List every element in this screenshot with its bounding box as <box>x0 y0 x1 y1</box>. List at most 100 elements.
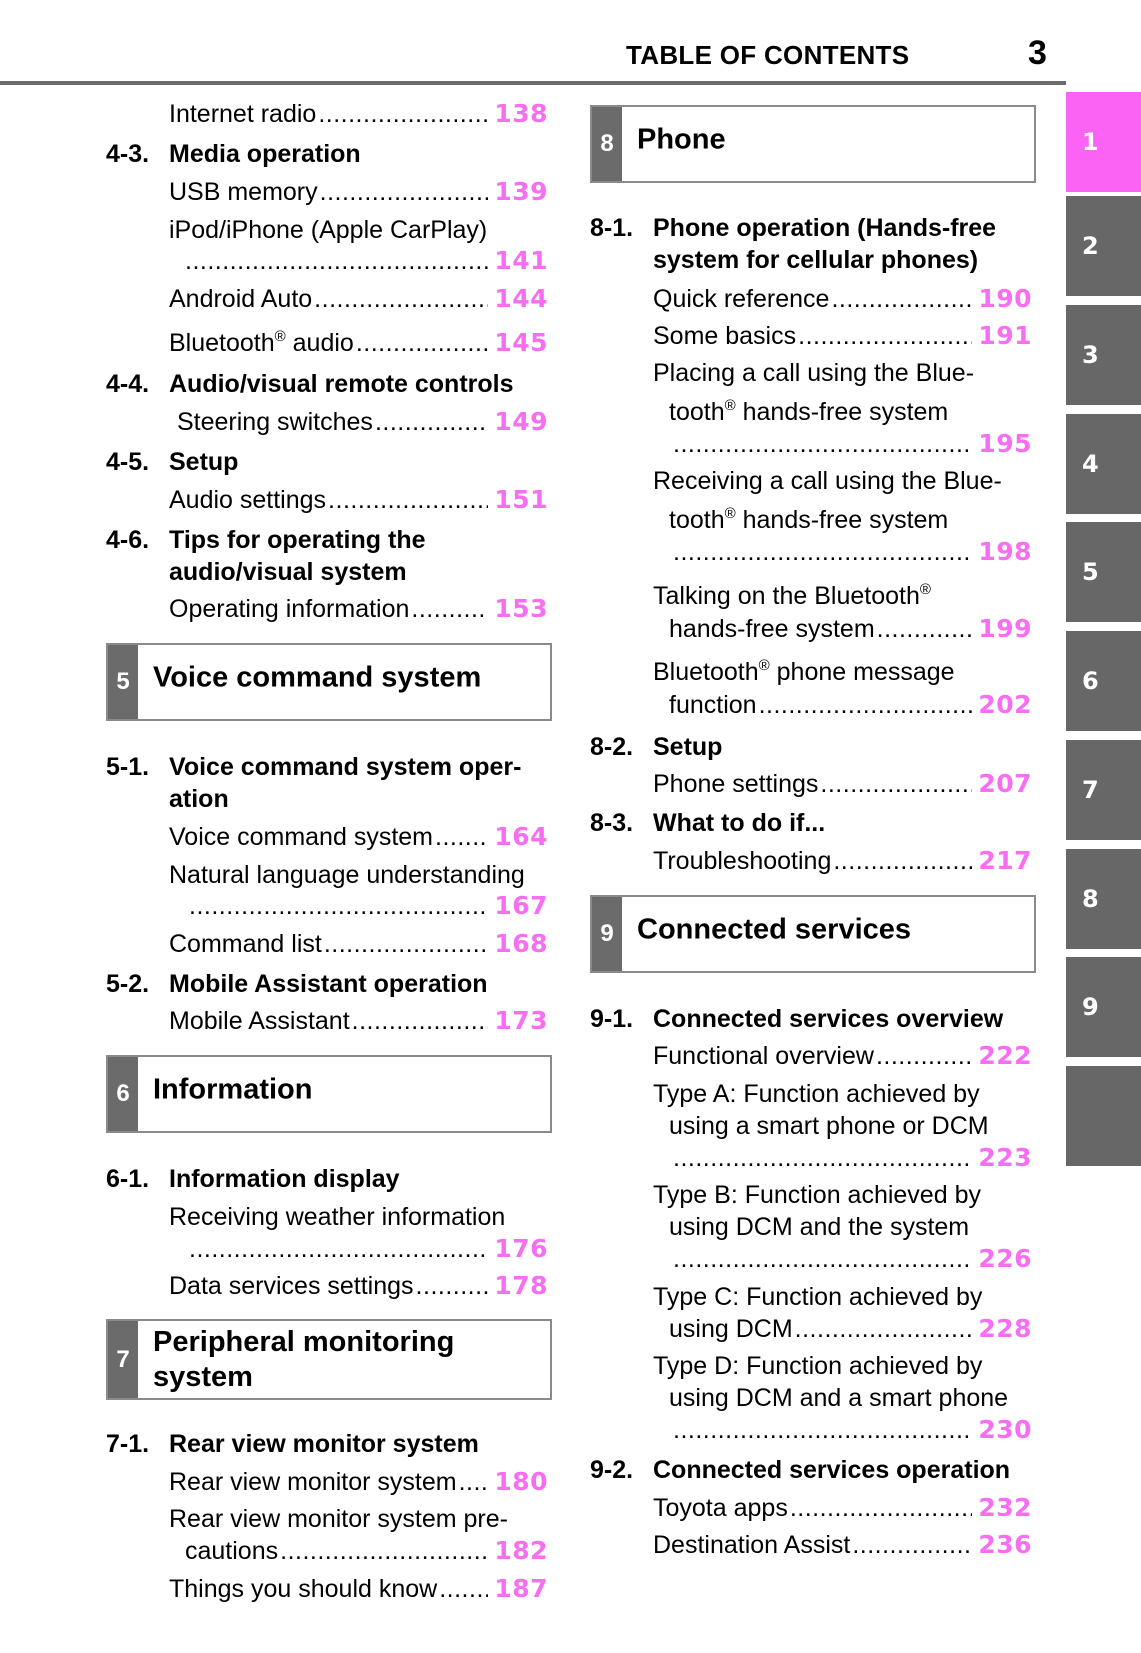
chapter-tab-6[interactable]: 6 <box>1066 631 1141 731</box>
chapter-tab-index[interactable] <box>1066 1066 1141 1166</box>
entry-page-link[interactable]: 223 <box>978 1143 1032 1173</box>
toc-entry-text-line: using DCM and the system <box>669 1213 970 1241</box>
registered-mark: ® <box>919 581 931 598</box>
subsection-number: 6-1. <box>106 1165 150 1193</box>
entry-page-link[interactable]: 217 <box>978 846 1032 876</box>
toc-entry[interactable]: Steering switches 149 <box>177 407 548 437</box>
entry-page-link[interactable]: 182 <box>494 1536 548 1566</box>
chapter-tab-1[interactable]: 1 <box>1066 92 1141 192</box>
chapter-tab-3[interactable]: 3 <box>1066 305 1141 405</box>
entry-page-link[interactable]: 236 <box>978 1530 1032 1560</box>
chapter-box-8[interactable]: 8 Phone <box>590 105 1036 183</box>
entry-page-link[interactable]: 232 <box>978 1493 1032 1523</box>
chapter-tab-4[interactable]: 4 <box>1066 414 1141 514</box>
entry-page-link[interactable]: 187 <box>494 1574 548 1604</box>
toc-entry[interactable]: Functional overview 222 <box>653 1041 1032 1071</box>
toc-entry[interactable]: Phone settings 207 <box>653 769 1032 799</box>
toc-entry[interactable]: 167 <box>185 891 548 921</box>
subsection-number: 5-1. <box>106 753 150 781</box>
toc-entry[interactable]: 226 <box>669 1244 1032 1274</box>
toc-entry[interactable]: Internet radio 138 <box>169 99 548 129</box>
toc-entry[interactable]: Quick reference 190 <box>653 284 1032 314</box>
entry-page-link[interactable]: 190 <box>978 284 1032 314</box>
entry-page-link[interactable]: 230 <box>978 1415 1032 1445</box>
subsection-number: 4-3. <box>106 140 150 168</box>
chapter-box-7[interactable]: 7 Peripheral monitoring system <box>106 1319 552 1400</box>
entry-page-link[interactable]: 139 <box>494 177 548 207</box>
entry-page-link[interactable]: 226 <box>978 1244 1032 1274</box>
chapter-tab-8[interactable]: 8 <box>1066 849 1141 949</box>
entry-page-link[interactable]: 168 <box>494 929 548 959</box>
toc-entry[interactable]: hands-free system 199 <box>669 614 1032 644</box>
chapter-box-5[interactable]: 5 Voice command system <box>106 643 552 721</box>
chapter-number: 5 <box>108 645 138 719</box>
toc-entry[interactable]: using DCM 228 <box>669 1314 1032 1344</box>
entry-page-link[interactable]: 207 <box>978 769 1032 799</box>
toc-entry[interactable]: Troubleshooting 217 <box>653 846 1032 876</box>
subsection-number: 9-2. <box>590 1456 634 1484</box>
chapter-tab-7[interactable]: 7 <box>1066 740 1141 840</box>
toc-entry[interactable]: Destination Assist 236 <box>653 1530 1032 1560</box>
leader-dots <box>673 1143 972 1173</box>
entry-page-link[interactable]: 153 <box>494 594 548 624</box>
entry-page-link[interactable]: 167 <box>494 891 548 921</box>
leader-dots <box>673 537 972 567</box>
entry-page-link[interactable]: 141 <box>494 246 548 276</box>
toc-entry[interactable]: Rear view monitor system 180 <box>169 1467 548 1497</box>
toc-entry[interactable]: 141 <box>185 246 548 276</box>
toc-entry[interactable]: USB memory 139 <box>169 177 548 207</box>
entry-page-link[interactable]: 164 <box>494 822 548 852</box>
entry-page-link[interactable]: 199 <box>978 614 1032 644</box>
entry-page-link[interactable]: 145 <box>494 328 548 358</box>
chapter-box-9[interactable]: 9 Connected services <box>590 895 1036 973</box>
chapter-tab-5[interactable]: 5 <box>1066 522 1141 622</box>
entry-page-link[interactable]: 195 <box>978 429 1032 459</box>
toc-entry[interactable]: 176 <box>185 1234 548 1264</box>
subsection-number: 7-1. <box>106 1430 150 1458</box>
toc-entry[interactable]: 195 <box>669 429 1032 459</box>
toc-entry[interactable]: function 202 <box>669 690 1032 720</box>
toc-entry[interactable]: cautions 182 <box>185 1536 548 1566</box>
entry-page-link[interactable]: 191 <box>978 321 1032 351</box>
entry-text: Operating information <box>169 595 410 623</box>
entry-page-link[interactable]: 176 <box>494 1234 548 1264</box>
chapter-title: Phone <box>637 123 726 156</box>
entry-page-link[interactable]: 149 <box>494 407 548 437</box>
entry-text: hands-free system <box>669 615 875 643</box>
entry-page-link[interactable]: 144 <box>494 284 548 314</box>
toc-entry[interactable]: Android Auto 144 <box>169 284 548 314</box>
toc-entry[interactable]: 198 <box>669 537 1032 567</box>
entry-page-link[interactable]: 202 <box>978 690 1032 720</box>
chapter-box-6[interactable]: 6 Information <box>106 1055 552 1133</box>
entry-page-link[interactable]: 173 <box>494 1006 548 1036</box>
entry-page-link[interactable]: 198 <box>978 537 1032 567</box>
toc-entry-text-line: Type B: Function achieved by <box>653 1181 981 1209</box>
leader-dots <box>790 1493 972 1523</box>
entry-page-link[interactable]: 222 <box>978 1041 1032 1071</box>
toc-entry[interactable]: Things you should know 187 <box>169 1574 548 1604</box>
toc-entry[interactable]: Data services settings 178 <box>169 1271 548 1301</box>
entry-page-link[interactable]: 228 <box>978 1314 1032 1344</box>
subsection-title-cont: ation <box>169 785 229 813</box>
toc-entry[interactable]: Bluetooth® audio 145 <box>169 328 548 358</box>
chapter-tab-2[interactable]: 2 <box>1066 196 1141 296</box>
toc-entry-text-line: tooth® hands-free system <box>669 397 949 426</box>
toc-entry[interactable]: Some basics 191 <box>653 321 1032 351</box>
entry-page-link[interactable]: 178 <box>494 1271 548 1301</box>
toc-entry[interactable]: Voice command system 164 <box>169 822 548 852</box>
toc-entry[interactable]: Command list 168 <box>169 929 548 959</box>
leader-dots <box>673 1415 972 1445</box>
chapter-number: 7 <box>108 1321 138 1398</box>
chapter-tab-9[interactable]: 9 <box>1066 957 1141 1057</box>
toc-entry[interactable]: Toyota apps 232 <box>653 1493 1032 1523</box>
entry-page-link[interactable]: 180 <box>494 1467 548 1497</box>
toc-entry[interactable]: Mobile Assistant 173 <box>169 1006 548 1036</box>
toc-entry[interactable]: Operating information 153 <box>169 594 548 624</box>
toc-entry[interactable]: 223 <box>669 1143 1032 1173</box>
leader-dots <box>189 891 488 921</box>
entry-page-link[interactable]: 138 <box>494 99 548 129</box>
toc-entry[interactable]: 230 <box>669 1415 1032 1445</box>
leader-dots <box>876 1041 972 1071</box>
toc-entry[interactable]: Audio settings 151 <box>169 485 548 515</box>
entry-page-link[interactable]: 151 <box>494 485 548 515</box>
